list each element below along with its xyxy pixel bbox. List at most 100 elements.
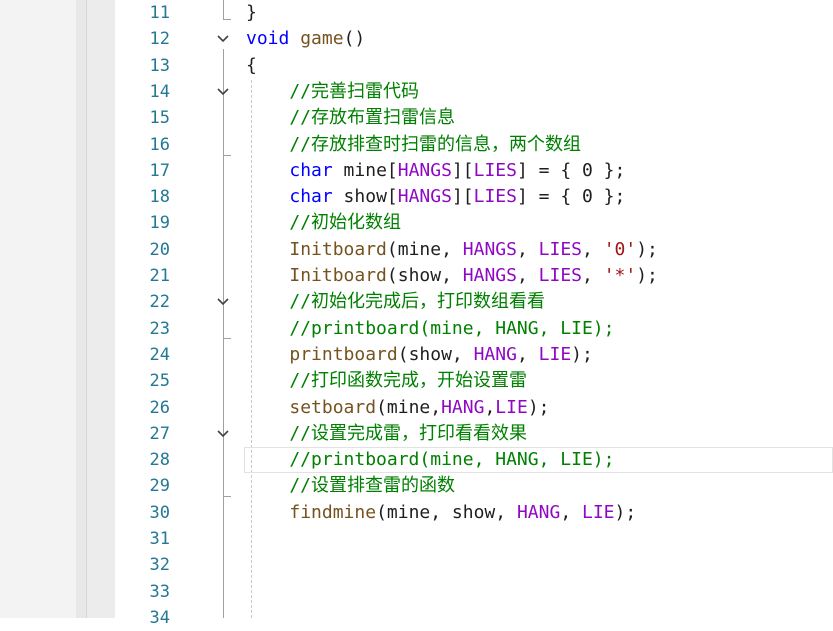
code-line[interactable]: 31 bbox=[115, 526, 833, 552]
fold-chevron-down-icon[interactable] bbox=[215, 421, 231, 447]
code-line[interactable]: 24 printboard(show, HANG, LIE); bbox=[115, 342, 833, 368]
code-line[interactable]: 18 char show[HANGS][LIES] = { 0 }; bbox=[115, 184, 833, 210]
line-number: 27 bbox=[149, 423, 170, 444]
code-line[interactable]: 17 char mine[HANGS][LIES] = { 0 }; bbox=[115, 158, 833, 184]
line-number: 11 bbox=[149, 3, 170, 23]
code-line[interactable]: 11} bbox=[115, 0, 833, 26]
code-token: HANG bbox=[441, 396, 485, 418]
code-line[interactable]: 14 //完善扫雷代码 bbox=[115, 79, 833, 105]
code-token: , bbox=[582, 238, 604, 260]
code-line[interactable]: 15 //存放布置扫雷信息 bbox=[115, 105, 833, 131]
code-token: ][ bbox=[451, 186, 474, 208]
code-editor[interactable]: 11} 12 void game() 13 {14 //完善扫雷代码 15 //存放布置扫… bbox=[115, 0, 833, 628]
code-token: , bbox=[560, 501, 582, 523]
code-token: show[ bbox=[332, 186, 398, 208]
left-panel-splitter[interactable] bbox=[76, 0, 87, 618]
code-text: //初始化数组 bbox=[246, 210, 401, 236]
code-token: //初始化完成后，打印数组看看 bbox=[246, 291, 546, 313]
line-number: 13 bbox=[149, 55, 170, 76]
code-line[interactable]: 22 //初始化完成后，打印数组看看 bbox=[115, 289, 833, 315]
left-panel-edge bbox=[0, 0, 76, 618]
code-token: findmine bbox=[289, 501, 377, 523]
code-token: ] = { 0 }; bbox=[516, 186, 626, 208]
code-token: mine[ bbox=[332, 159, 398, 181]
code-text: //打印函数完成，开始设置雷 bbox=[246, 368, 527, 394]
code-token: Initboard bbox=[289, 265, 387, 286]
code-text: //完善扫雷代码 bbox=[246, 79, 419, 105]
code-token: ); bbox=[614, 501, 637, 523]
code-text: //设置排查雷的函数 bbox=[246, 473, 455, 499]
code-token: printboard bbox=[289, 343, 398, 365]
code-token: HANGS bbox=[462, 238, 517, 260]
code-token: '*' bbox=[603, 265, 637, 286]
line-number: 20 bbox=[149, 239, 170, 260]
code-text: void game() bbox=[246, 26, 365, 52]
line-number: 12 bbox=[149, 29, 170, 50]
code-line[interactable]: 30 findmine(mine, show, HANG, LIE); bbox=[115, 500, 833, 526]
code-token: , bbox=[516, 238, 539, 260]
code-line[interactable]: 20 Initboard(mine, HANGS, LIES, '0'); bbox=[115, 237, 833, 263]
code-token: LIES bbox=[538, 238, 582, 260]
code-token: //printboard(mine, HANG, LIE); bbox=[246, 317, 615, 339]
code-token: , bbox=[484, 396, 496, 418]
code-line[interactable]: 13 { bbox=[115, 53, 833, 79]
line-number: 25 bbox=[149, 371, 170, 392]
code-token: LIE bbox=[538, 343, 572, 365]
code-line[interactable]: 21 Initboard(show, HANGS, LIES, '*'); bbox=[115, 263, 833, 289]
code-token: Initboard bbox=[289, 238, 387, 260]
code-line[interactable]: 12 void game() bbox=[115, 26, 833, 52]
code-token: , bbox=[516, 265, 539, 286]
code-line[interactable]: 16 //存放排查时扫雷的信息，两个数组 bbox=[115, 132, 833, 158]
code-token: ] = { 0 }; bbox=[516, 159, 626, 181]
code-line[interactable]: 19 //初始化数组 bbox=[115, 210, 833, 236]
code-token: , bbox=[582, 265, 604, 286]
code-token: HANGS bbox=[397, 159, 452, 181]
code-token: //存放布置扫雷信息 bbox=[246, 107, 456, 129]
code-text: //存放排查时扫雷的信息，两个数组 bbox=[246, 132, 581, 158]
code-text: } bbox=[246, 0, 257, 26]
line-number: 14 bbox=[149, 81, 170, 102]
code-text: //设置完成雷，打印看看效果 bbox=[246, 421, 527, 447]
code-text: //初始化完成后，打印数组看看 bbox=[246, 289, 545, 315]
line-number: 33 bbox=[149, 581, 170, 602]
code-line[interactable]: 23 //printboard(mine, HANG, LIE); bbox=[115, 316, 833, 342]
code-token: void bbox=[246, 28, 290, 50]
line-number: 17 bbox=[149, 160, 170, 181]
code-token: ); bbox=[527, 396, 550, 418]
current-code-line[interactable]: 28 //printboard(mine, HANG, LIE); bbox=[115, 447, 833, 474]
code-line[interactable]: 27 //设置完成雷，打印看看效果 bbox=[115, 421, 833, 447]
line-number: 18 bbox=[149, 187, 170, 208]
fold-chevron-down-icon[interactable] bbox=[215, 289, 231, 315]
code-token: LIES bbox=[473, 159, 517, 181]
code-text: printboard(show, HANG, LIE); bbox=[246, 342, 593, 368]
code-token: ); bbox=[636, 265, 658, 286]
code-line[interactable]: 25 //打印函数完成，开始设置雷 bbox=[115, 368, 833, 394]
code-line[interactable]: 32 bbox=[115, 552, 833, 578]
line-number: 22 bbox=[149, 292, 170, 313]
code-token: setboard bbox=[289, 396, 377, 418]
code-text: //printboard(mine, HANG, LIE); bbox=[246, 316, 614, 342]
code-token: (show, bbox=[386, 265, 463, 286]
editor-indicator-margin bbox=[87, 0, 115, 618]
code-token: HANGS bbox=[462, 265, 517, 286]
code-line[interactable]: 33 bbox=[115, 579, 833, 605]
code-text: setboard(mine,HANG,LIE); bbox=[246, 395, 550, 421]
code-token: (mine, bbox=[386, 238, 463, 260]
code-token: { bbox=[246, 54, 257, 76]
code-token: char bbox=[289, 186, 333, 208]
code-token: HANG bbox=[473, 343, 517, 365]
fold-chevron-down-icon[interactable] bbox=[215, 79, 231, 105]
fold-chevron-down-icon[interactable] bbox=[215, 26, 231, 52]
code-token: LIE bbox=[582, 501, 615, 523]
code-text: findmine(mine, show, HANG, LIE); bbox=[246, 500, 636, 526]
code-token: ); bbox=[571, 343, 593, 365]
code-line[interactable]: 26 setboard(mine,HANG,LIE); bbox=[115, 395, 833, 421]
code-token: HANG bbox=[516, 501, 561, 523]
code-line[interactable]: 29 //设置排查雷的函数 bbox=[115, 473, 833, 499]
